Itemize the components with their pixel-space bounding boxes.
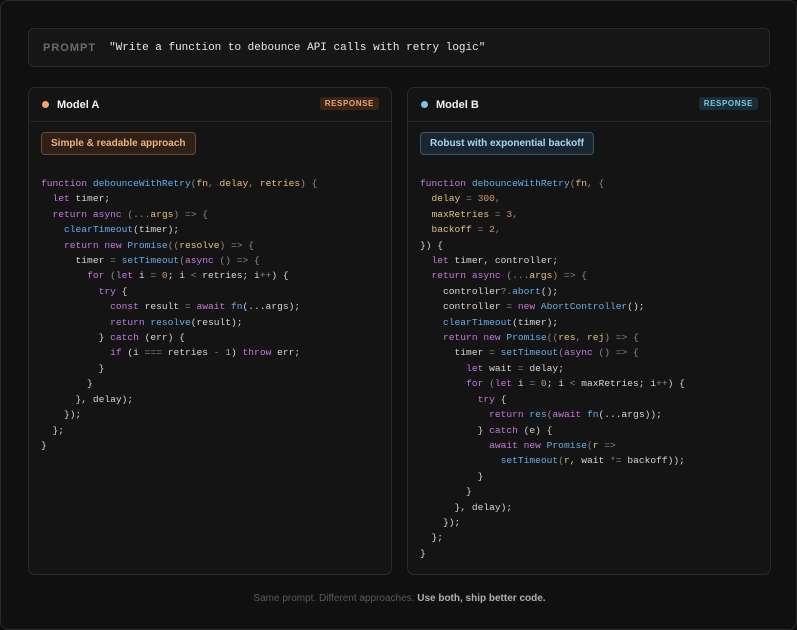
code-line: for (let i = 0; i < maxRetries; i++) { [466, 378, 685, 390]
code-line: }; [420, 532, 444, 544]
footer-tagline: Same prompt. Different approaches. Use b… [1, 593, 797, 604]
model-a-header: Model A RESPONSE [29, 88, 391, 122]
code-line: controller?.abort(); [420, 285, 559, 297]
code-line: } catch (e) { [420, 424, 553, 436]
code-line: return async (...args) => { [52, 208, 208, 220]
code-line: timer = setTimeout(async () => { [420, 347, 639, 359]
prompt-text: "Write a function to debounce API calls … [109, 41, 486, 54]
model-a-approach-tag: Simple & readable approach [41, 132, 196, 155]
code-line: return resolve(result); [110, 316, 243, 328]
comparison-card: PROMPT "Write a function to debounce API… [0, 0, 797, 630]
code-line: let wait = delay; [466, 362, 564, 374]
code-line: function debounceWithRetry(fn, { [420, 178, 605, 189]
code-line: try { [98, 285, 128, 297]
model-a-name: Model A [57, 98, 100, 111]
code-line: if (i === retries - 1) throw err; [110, 347, 301, 359]
code-line: clearTimeout(timer); [443, 316, 559, 328]
code-line: } catch (err) { [41, 332, 185, 344]
model-b-name: Model B [436, 98, 479, 111]
model-a-status-dot-icon [42, 101, 49, 108]
code-line: let timer; [52, 193, 111, 205]
model-b-response-badge: RESPONSE [698, 97, 758, 110]
model-b-status-dot-icon [421, 101, 428, 108]
code-line: const result = await fn(...args); [110, 301, 301, 313]
code-line: } [420, 547, 426, 559]
code-line: timer = setTimeout(async () => { [41, 255, 260, 267]
code-line: } [41, 439, 47, 451]
code-line: }); [41, 409, 82, 421]
code-line: }) { [420, 239, 444, 251]
code-line: await new Promise(r => [489, 439, 616, 451]
code-line: return new Promise((res, rej) => { [443, 332, 639, 344]
model-b-approach-tag: Robust with exponential backoff [420, 132, 594, 155]
code-line: } [420, 486, 472, 498]
code-line: backoff = 2, [431, 224, 501, 236]
code-line: maxRetries = 3, [431, 208, 518, 220]
model-a-response-badge: RESPONSE [319, 97, 379, 110]
code-line: }; [41, 424, 65, 436]
code-line: return res(await fn(...args)); [489, 409, 662, 421]
code-line: try { [477, 393, 507, 405]
model-b-panel: Model B RESPONSE Robust with exponential… [407, 87, 771, 575]
code-line: }); [420, 516, 461, 528]
code-line: } [420, 470, 484, 482]
code-line: }, delay); [41, 393, 134, 405]
model-a-panel: Model A RESPONSE Simple & readable appro… [28, 87, 392, 575]
prompt-bar: PROMPT "Write a function to debounce API… [28, 28, 770, 67]
code-line: } [41, 362, 105, 374]
code-line: return new Promise((resolve) => { [64, 239, 255, 251]
footer-strong-text: Use both, ship better code. [417, 593, 546, 604]
code-line: clearTimeout(timer); [64, 224, 180, 236]
code-line: }, delay); [420, 501, 513, 513]
model-b-header: Model B RESPONSE [408, 88, 770, 122]
code-line: for (let i = 0; i < retries; i++) { [87, 270, 289, 282]
code-line: let timer, controller; [431, 255, 559, 267]
code-line: return async (...args) => { [431, 270, 587, 282]
code-line: setTimeout(r, wait *= backoff)); [500, 455, 685, 467]
code-line: controller = new AbortController(); [420, 301, 645, 313]
code-line: delay = 300, [431, 193, 501, 205]
prompt-label: PROMPT [43, 41, 97, 54]
code-line: function debounceWithRetry(fn, delay, re… [41, 178, 318, 189]
model-b-code-block: function debounceWithRetry(fn, { delay =… [420, 176, 685, 561]
code-line: } [41, 378, 93, 390]
footer-muted-text: Same prompt. Different approaches. [253, 593, 415, 604]
model-a-code-block: function debounceWithRetry(fn, delay, re… [41, 176, 317, 453]
